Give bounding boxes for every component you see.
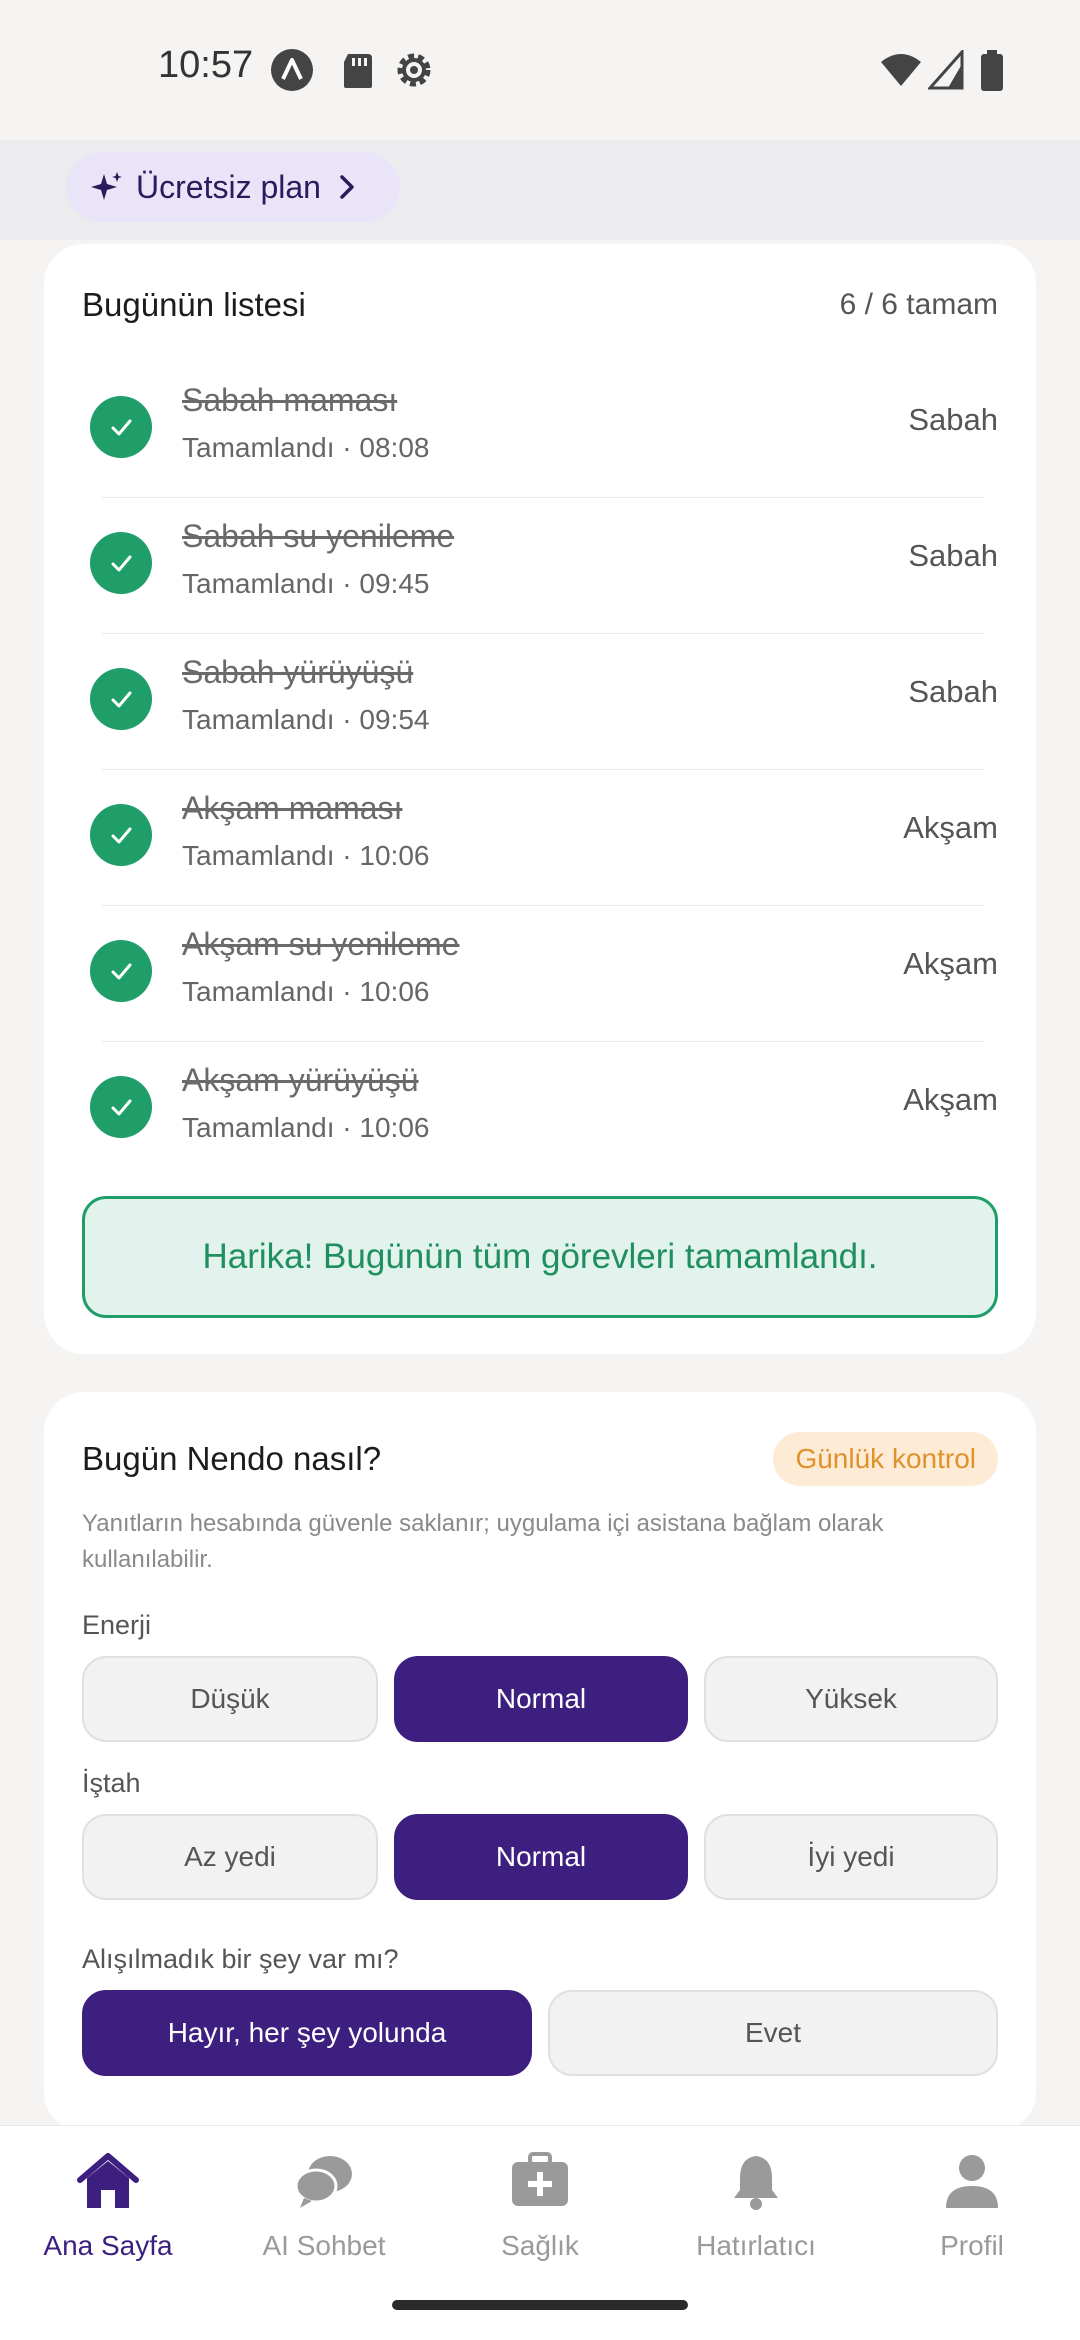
task-row[interactable]: Sabah maması Tamamlandı · 08:08 Sabah xyxy=(82,362,998,498)
unusual-option-no[interactable]: Hayır, her şey yolunda xyxy=(82,1990,532,2076)
sd-card-icon xyxy=(344,54,372,88)
settings-icon xyxy=(397,53,431,87)
task-status: Tamamlandı · 10:06 xyxy=(182,840,430,871)
today-list-card: Bugünün listesi 6 / 6 tamam Sabah maması… xyxy=(44,244,1036,1354)
wifi-icon xyxy=(881,54,921,86)
nav-item-home[interactable]: Ana Sayfa xyxy=(0,2126,216,2276)
task-row[interactable]: Sabah su yenileme Tamamlandı · 09:45 Sab… xyxy=(82,498,998,634)
appetite-option-normal[interactable]: Normal xyxy=(394,1814,688,1900)
nav-item-profile[interactable]: Profil xyxy=(864,2126,1080,2276)
a11y-icon xyxy=(271,49,313,91)
task-name: Sabah maması xyxy=(182,382,398,418)
check-icon[interactable] xyxy=(90,940,152,1002)
nav-label-ai-chat: AI Sohbet xyxy=(262,2230,386,2261)
check-icon[interactable] xyxy=(90,1076,152,1138)
daily-check-hint: Yanıtların hesabında güvenle saklanır; u… xyxy=(82,1510,884,1573)
task-time-of-day: Akşam xyxy=(903,946,998,981)
task-status: Tamamlandı · 08:08 xyxy=(182,432,430,463)
all-done-banner: Harika! Bugünün tüm görevleri tamamlandı… xyxy=(82,1196,998,1318)
nav-label-profile: Profil xyxy=(940,2230,1004,2261)
home-indicator[interactable] xyxy=(392,2300,688,2310)
daily-check-card: Bugün Nendo nasıl? Günlük kontrol Yanıtl… xyxy=(44,1392,1036,2132)
task-status: Tamamlandı · 09:54 xyxy=(182,704,430,735)
daily-check-badge: Günlük kontrol xyxy=(773,1432,998,1486)
task-row[interactable]: Akşam yürüyüşü Tamamlandı · 10:06 Akşam xyxy=(82,1042,998,1178)
task-name: Sabah yürüyüşü xyxy=(182,654,414,690)
nav-label-home: Ana Sayfa xyxy=(43,2230,173,2261)
bell-icon xyxy=(734,2156,778,2210)
status-time: 10:57 xyxy=(158,44,254,86)
free-plan-label: Ücretsiz plan xyxy=(136,168,321,205)
appetite-option-good[interactable]: İyi yedi xyxy=(704,1814,998,1900)
task-time-of-day: Akşam xyxy=(903,810,998,845)
energy-option-low[interactable]: Düşük xyxy=(82,1656,378,1742)
unusual-option-yes[interactable]: Evet xyxy=(548,1990,998,2076)
home-icon xyxy=(77,2153,139,2208)
unusual-label: Alışılmadık bir şey var mı? xyxy=(82,1944,399,1974)
task-row[interactable]: Sabah yürüyüşü Tamamlandı · 09:54 Sabah xyxy=(82,634,998,770)
task-row[interactable]: Akşam maması Tamamlandı · 10:06 Akşam xyxy=(82,770,998,906)
task-name: Akşam maması xyxy=(182,790,403,826)
profile-icon xyxy=(946,2155,998,2208)
energy-label: Enerji xyxy=(82,1610,152,1640)
nav-label-reminder: Hatırlatıcı xyxy=(696,2230,816,2261)
daily-check-title: Bugün Nendo nasıl? xyxy=(82,1440,382,1477)
energy-option-normal[interactable]: Normal xyxy=(394,1656,688,1742)
battery-icon xyxy=(981,50,1003,91)
chat-icon xyxy=(294,2156,352,2208)
task-name: Sabah su yenileme xyxy=(182,518,455,554)
chevron-right-icon xyxy=(340,175,354,199)
task-name: Akşam yürüyüşü xyxy=(182,1062,419,1098)
appetite-label: İştah xyxy=(82,1768,141,1798)
check-icon[interactable] xyxy=(90,804,152,866)
appetite-option-little[interactable]: Az yedi xyxy=(82,1814,378,1900)
task-time-of-day: Sabah xyxy=(908,674,998,709)
task-status: Tamamlandı · 10:06 xyxy=(182,1112,430,1143)
status-bar: 10:57 xyxy=(0,0,1080,140)
task-name: Akşam su yenileme xyxy=(182,926,460,962)
task-status: Tamamlandı · 09:45 xyxy=(182,568,430,599)
check-icon[interactable] xyxy=(90,532,152,594)
signal-icon xyxy=(928,50,964,90)
today-list-title: Bugünün listesi xyxy=(82,286,306,323)
nav-item-health[interactable]: Sağlık xyxy=(432,2126,648,2276)
today-list-progress: 6 / 6 tamam xyxy=(839,288,998,321)
nav-item-ai-chat[interactable]: AI Sohbet xyxy=(216,2126,432,2276)
task-time-of-day: Akşam xyxy=(903,1082,998,1117)
task-time-of-day: Sabah xyxy=(908,538,998,573)
nav-item-reminder[interactable]: Hatırlatıcı xyxy=(648,2126,864,2276)
free-plan-chip[interactable]: Ücretsiz plan xyxy=(66,152,400,222)
task-row[interactable]: Akşam su yenileme Tamamlandı · 10:06 Akş… xyxy=(82,906,998,1042)
task-time-of-day: Sabah xyxy=(908,402,998,437)
nav-label-health: Sağlık xyxy=(501,2230,579,2261)
sparkle-icon xyxy=(91,172,122,200)
task-status: Tamamlandı · 10:06 xyxy=(182,976,430,1007)
check-icon[interactable] xyxy=(90,668,152,730)
medical-kit-icon xyxy=(512,2152,568,2206)
energy-option-high[interactable]: Yüksek xyxy=(704,1656,998,1742)
check-icon[interactable] xyxy=(90,396,152,458)
